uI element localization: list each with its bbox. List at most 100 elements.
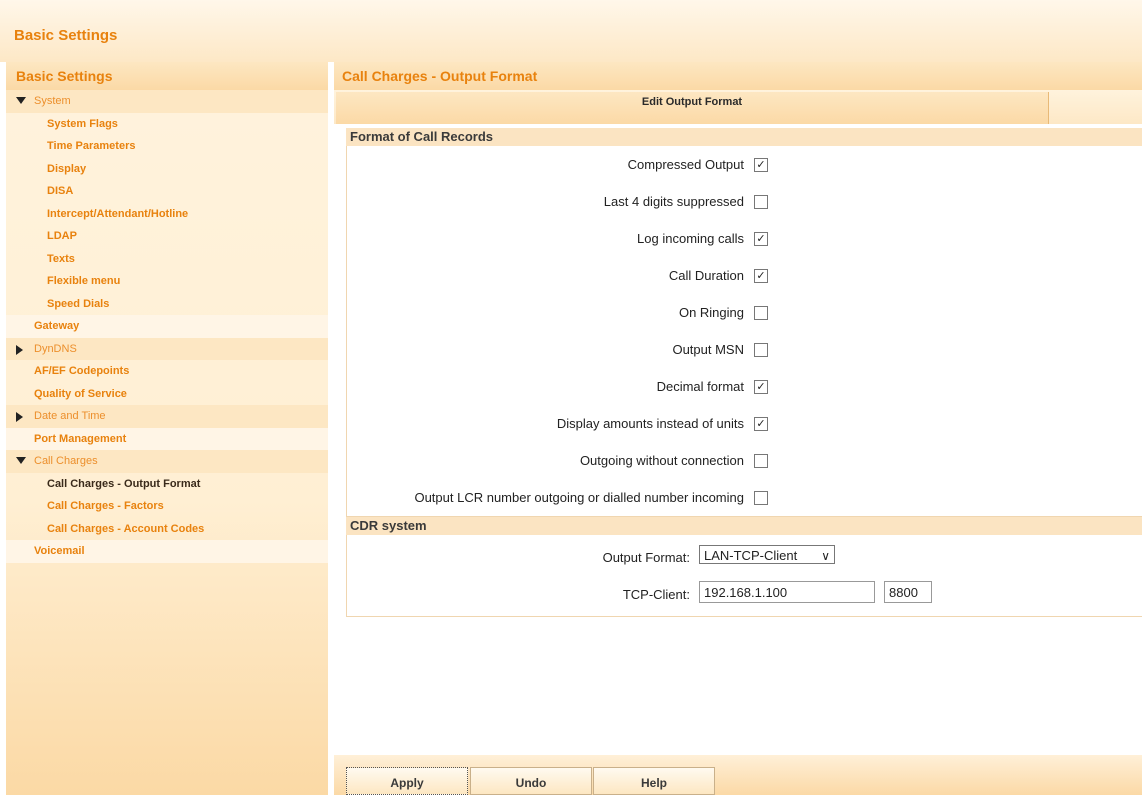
option-checkbox[interactable]: ✓ <box>754 380 768 394</box>
sidebar-item-label: Call Charges - Account Codes <box>47 522 205 535</box>
option-row: Compressed Output ✓ <box>347 146 1142 183</box>
undo-button[interactable]: Undo <box>470 767 592 795</box>
option-label: Output LCR number outgoing or dialled nu… <box>414 490 744 505</box>
option-label: Last 4 digits suppressed <box>603 194 744 209</box>
sidebar: Basic Settings System System Flags Time Pa… <box>6 62 328 795</box>
tcp-ip-input[interactable]: 192.168.1.100 <box>699 581 875 603</box>
option-row: Display amounts instead of units ✓ <box>347 405 1142 442</box>
triangle-right-icon <box>16 344 23 355</box>
sidebar-item-dyndns[interactable]: DynDNS <box>6 337 328 360</box>
sidebar-item-system[interactable]: System <box>6 90 328 113</box>
sidebar-header: Basic Settings <box>6 62 328 90</box>
sidebar-nav: System System Flags Time Parameters Display… <box>6 90 328 563</box>
option-label: Display amounts instead of units <box>556 416 744 431</box>
sidebar-item-label: Time Parameters <box>47 140 136 152</box>
sidebar-item-disa[interactable]: DISA <box>6 180 328 203</box>
sidebar-item-call-charges-output-format[interactable]: Call Charges - Output Format <box>6 473 328 496</box>
sidebar-item-label: System <box>34 95 71 107</box>
sidebar-item-gateway[interactable]: Gateway <box>6 315 328 338</box>
output-format-select[interactable]: LAN-TCP-Client ∨ <box>699 545 835 564</box>
option-checkbox[interactable] <box>754 195 768 209</box>
sidebar-item-label: Quality of Service <box>34 387 127 400</box>
sidebar-item-ldap[interactable]: LDAP <box>6 225 328 248</box>
option-checkbox[interactable]: ✓ <box>754 417 768 431</box>
section-header-format: Format of Call Records <box>346 128 1142 146</box>
option-checkbox[interactable]: ✓ <box>754 269 768 283</box>
section-header-cdr: CDR system <box>346 517 1142 535</box>
sidebar-item-port-management[interactable]: Port Management <box>6 427 328 450</box>
sidebar-item-voicemail[interactable]: Voicemail <box>6 540 328 563</box>
sidebar-item-label: Display <box>47 162 87 175</box>
output-format-value: LAN-TCP-Client <box>704 548 798 563</box>
sidebar-item-call-charges-factors[interactable]: Call Charges - Factors <box>6 495 328 518</box>
sidebar-item-flexible-menu[interactable]: Flexible menu <box>6 270 328 293</box>
sidebar-item-label: Port Management <box>34 432 127 445</box>
sidebar-item-speed-dials[interactable]: Speed Dials <box>6 293 328 316</box>
output-format-label: Output Format: <box>602 550 690 565</box>
option-checkbox[interactable] <box>754 343 768 357</box>
option-checkbox[interactable]: ✓ <box>754 232 768 246</box>
option-row: Outgoing without connection <box>347 442 1142 479</box>
app-title: Basic Settings <box>14 27 118 44</box>
sidebar-item-label: Intercept/Attendant/Hotline <box>47 207 189 220</box>
sidebar-item-intercept-attendant-hotline[interactable]: Intercept/Attendant/Hotline <box>6 203 328 226</box>
triangle-right-icon <box>16 412 23 422</box>
apply-button[interactable]: Apply <box>346 767 468 795</box>
sidebar-item-texts[interactable]: Texts <box>6 248 328 271</box>
sidebar-item-label: DynDNS <box>34 342 77 355</box>
option-checkbox[interactable] <box>754 454 768 468</box>
sidebar-item-quality-of-service[interactable]: Quality of Service <box>6 383 328 406</box>
sidebar-item-af-ef-codepoints[interactable]: AF/EF Codepoints <box>6 360 328 383</box>
sidebar-item-label: System Flags <box>47 117 118 130</box>
option-checkbox[interactable] <box>754 306 768 320</box>
triangle-down-icon <box>16 97 26 104</box>
help-button[interactable]: Help <box>593 767 715 795</box>
button-bar: Apply Undo Help <box>334 755 1142 795</box>
option-label: Call Duration <box>668 268 744 283</box>
sidebar-item-label: Call Charges - Output Format <box>47 477 201 490</box>
option-row: Last 4 digits suppressed <box>347 183 1142 220</box>
sidebar-item-date-and-time[interactable]: Date and Time <box>6 405 328 428</box>
option-label: Decimal format <box>656 379 744 394</box>
option-label: Output MSN <box>672 342 744 357</box>
sidebar-item-label: DISA <box>47 185 74 197</box>
sidebar-item-display[interactable]: Display <box>6 158 328 181</box>
tcp-port-input[interactable]: 8800 <box>884 581 932 603</box>
option-row: Output LCR number outgoing or dialled nu… <box>347 479 1142 516</box>
sidebar-item-label: AF/EF Codepoints <box>34 365 130 377</box>
main-content: Call Charges - Output Format Edit Output… <box>334 62 1142 795</box>
tcp-client-label: TCP-Client: <box>622 587 690 602</box>
option-row: Call Duration ✓ <box>347 257 1142 294</box>
tab-row: Edit Output Format <box>334 90 1142 124</box>
top-bar: Basic Settings <box>0 0 1142 62</box>
sidebar-item-label: Date and Time <box>34 410 106 422</box>
option-row: Log incoming calls ✓ <box>347 220 1142 257</box>
option-label: Log incoming calls <box>637 231 744 246</box>
sidebar-item-label: Voicemail <box>34 545 85 557</box>
option-label: Outgoing without connection <box>579 453 744 468</box>
option-label: Compressed Output <box>627 157 744 172</box>
sidebar-item-label: LDAP <box>47 230 77 242</box>
sidebar-item-call-charges[interactable]: Call Charges <box>6 450 328 473</box>
sidebar-item-time-parameters[interactable]: Time Parameters <box>6 135 328 158</box>
tab-edit-output-format[interactable]: Edit Output Format <box>336 92 1049 124</box>
option-row: On Ringing <box>347 294 1142 331</box>
settings-panel: Format of Call Records Compressed Output… <box>346 128 1142 617</box>
sidebar-item-label: Call Charges - Factors <box>47 500 164 512</box>
option-checkbox[interactable]: ✓ <box>754 158 768 172</box>
page-title: Call Charges - Output Format <box>334 62 1142 90</box>
sidebar-item-label: Flexible menu <box>47 275 121 287</box>
chevron-down-icon: ∨ <box>821 549 830 563</box>
sidebar-item-label: Speed Dials <box>47 297 110 310</box>
triangle-down-icon <box>16 457 26 464</box>
option-label: On Ringing <box>678 305 744 320</box>
format-options: Compressed Output ✓ Last 4 digits suppress… <box>346 146 1142 517</box>
sidebar-item-system-flags[interactable]: System Flags <box>6 113 328 136</box>
sidebar-item-label: Call Charges <box>34 455 98 467</box>
sidebar-item-label: Texts <box>47 252 75 265</box>
option-checkbox[interactable] <box>754 491 768 505</box>
option-row: Decimal format ✓ <box>347 368 1142 405</box>
option-row: Output MSN <box>347 331 1142 368</box>
sidebar-item-call-charges-account-codes[interactable]: Call Charges - Account Codes <box>6 518 328 541</box>
cdr-options: Output Format: LAN-TCP-Client ∨ TCP-Clie… <box>346 535 1142 617</box>
